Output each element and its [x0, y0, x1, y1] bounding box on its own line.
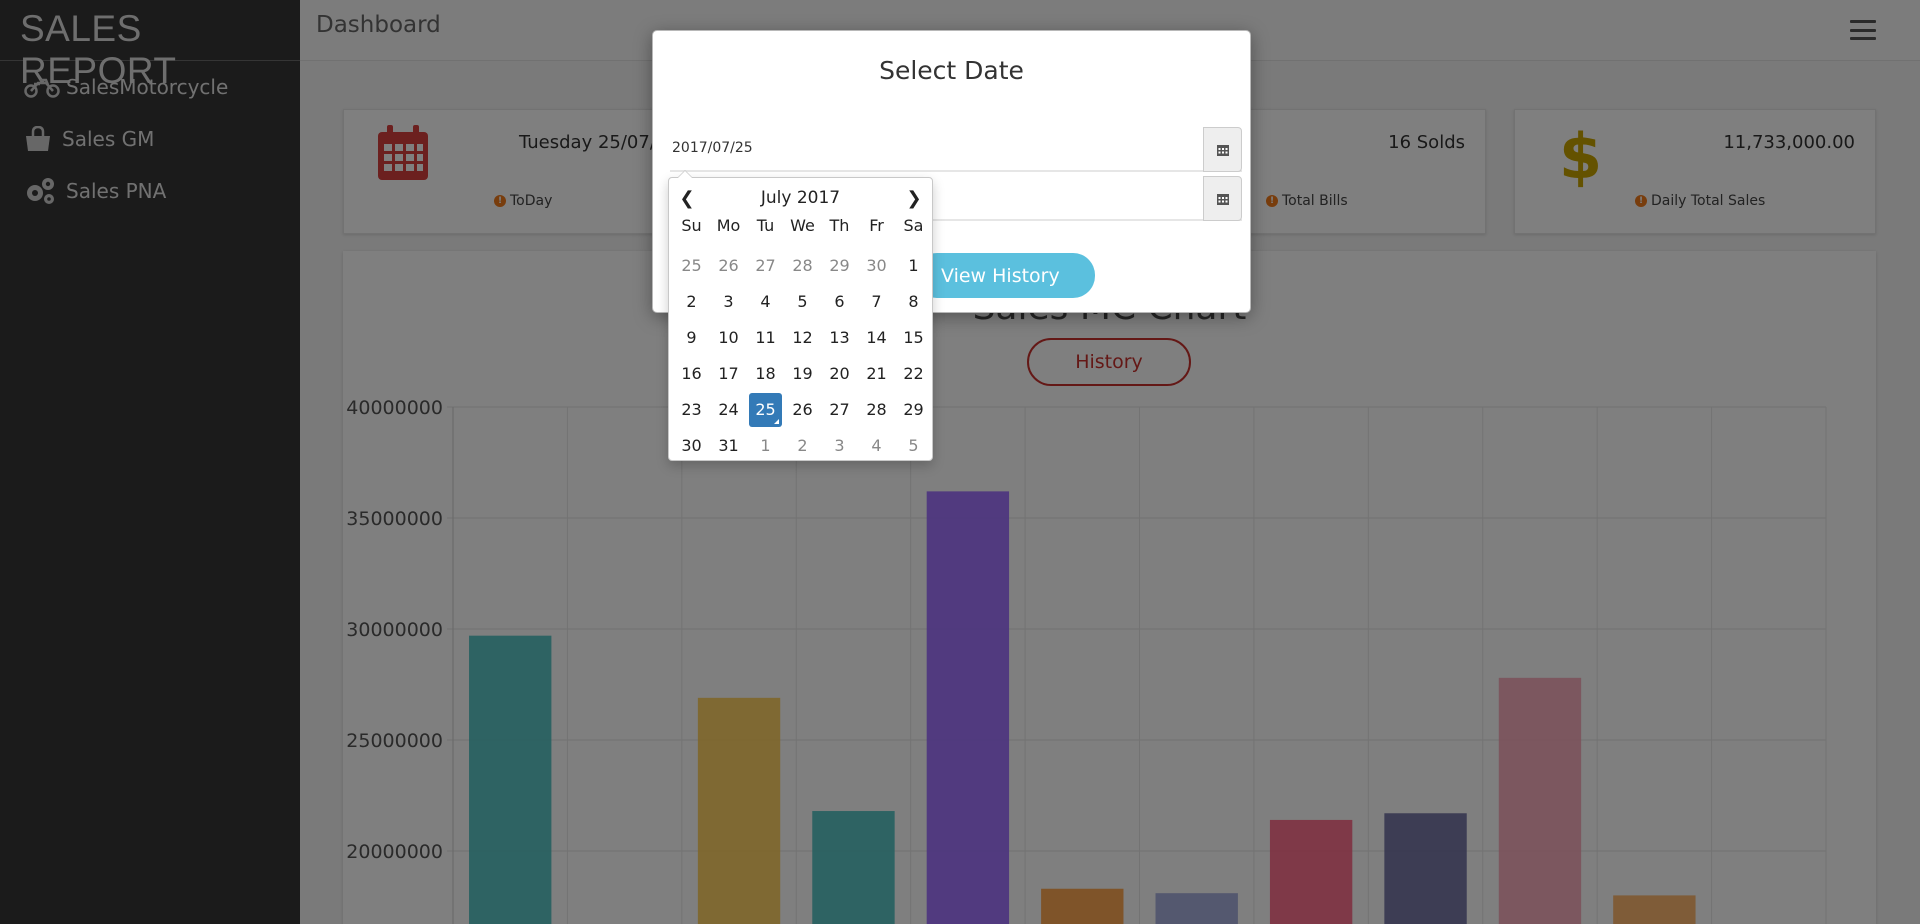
datepicker-days: Su Mo Tu We Th Fr Sa 25 26 27 28 29 30 1 2 3 4 5 6 7 8 9 10 11 1…	[673, 212, 932, 464]
calendar-day[interactable]: 7	[858, 284, 895, 320]
calendar-day[interactable]: 6	[821, 284, 858, 320]
calendar-day[interactable]: 29	[895, 392, 932, 428]
calendar-day[interactable]: 2	[673, 284, 710, 320]
calendar-day[interactable]: 29	[821, 248, 858, 284]
calendar-day[interactable]: 25	[673, 248, 710, 284]
calendar-day[interactable]: 8	[895, 284, 932, 320]
weekday-header: Su	[681, 216, 702, 235]
calendar-day[interactable]: 24	[710, 392, 747, 428]
chevron-right-icon[interactable]: ❯	[902, 188, 926, 209]
weekday-header: Fr	[869, 216, 884, 235]
weekday-header: Tu	[756, 216, 775, 235]
calendar-day[interactable]: 3	[710, 284, 747, 320]
calendar-day[interactable]: 14	[858, 320, 895, 356]
calendar-day[interactable]: 16	[673, 356, 710, 392]
weekday-header: We	[790, 216, 815, 235]
calendar-day[interactable]: 4	[858, 428, 895, 464]
calendar-day[interactable]: 13	[821, 320, 858, 356]
calendar-day[interactable]: 3	[821, 428, 858, 464]
calendar-day[interactable]: 22	[895, 356, 932, 392]
calendar-day[interactable]: 28	[858, 392, 895, 428]
calendar-day[interactable]: 23	[673, 392, 710, 428]
calendar-day[interactable]: 9	[673, 320, 710, 356]
calendar-day[interactable]: 30	[858, 248, 895, 284]
weekday-header: Sa	[903, 216, 924, 235]
calendar-day[interactable]: 27	[747, 248, 784, 284]
datepicker: ❮ July 2017 ❯ Su Mo Tu We Th Fr Sa 25 26 27 28 29 30…	[668, 170, 933, 464]
weekday-header: Mo	[716, 216, 741, 235]
calendar-day[interactable]: 26	[784, 392, 821, 428]
datepicker-month[interactable]: July 2017	[761, 188, 840, 208]
calendar-day[interactable]: 27	[821, 392, 858, 428]
calendar-day[interactable]: 18	[747, 356, 784, 392]
calendar-day[interactable]: 17	[710, 356, 747, 392]
calendar-day[interactable]: 26	[710, 248, 747, 284]
calendar-day[interactable]: 4	[747, 284, 784, 320]
calendar-day[interactable]: 19	[784, 356, 821, 392]
calendar-day[interactable]: 25	[749, 393, 782, 427]
calendar-day[interactable]: 10	[710, 320, 747, 356]
weekday-header: Th	[829, 216, 850, 235]
calendar-day[interactable]: 21	[858, 356, 895, 392]
modal-title: Select Date	[879, 56, 1024, 85]
calendar-day[interactable]: 11	[747, 320, 784, 356]
calendar-day[interactable]: 12	[784, 320, 821, 356]
calendar-day[interactable]: 5	[895, 428, 932, 464]
calendar-icon[interactable]	[1203, 127, 1242, 172]
calendar-day[interactable]: 30	[673, 428, 710, 464]
calendar-day[interactable]: 20	[821, 356, 858, 392]
start-date-value: 2017/07/25	[672, 140, 753, 156]
calendar-day[interactable]: 5	[784, 284, 821, 320]
calendar-day[interactable]: 2	[784, 428, 821, 464]
calendar-day[interactable]: 31	[710, 428, 747, 464]
chevron-left-icon[interactable]: ❮	[675, 188, 699, 209]
calendar-day[interactable]: 1	[747, 428, 784, 464]
calendar-day[interactable]: 1	[895, 248, 932, 284]
datepicker-header: ❮ July 2017 ❯	[675, 184, 926, 212]
view-history-button[interactable]: View History	[915, 253, 1095, 298]
start-date-field[interactable]: 2017/07/25	[670, 127, 1242, 172]
calendar-icon[interactable]	[1203, 176, 1242, 221]
calendar-day[interactable]: 15	[895, 320, 932, 356]
calendar-day[interactable]: 28	[784, 248, 821, 284]
